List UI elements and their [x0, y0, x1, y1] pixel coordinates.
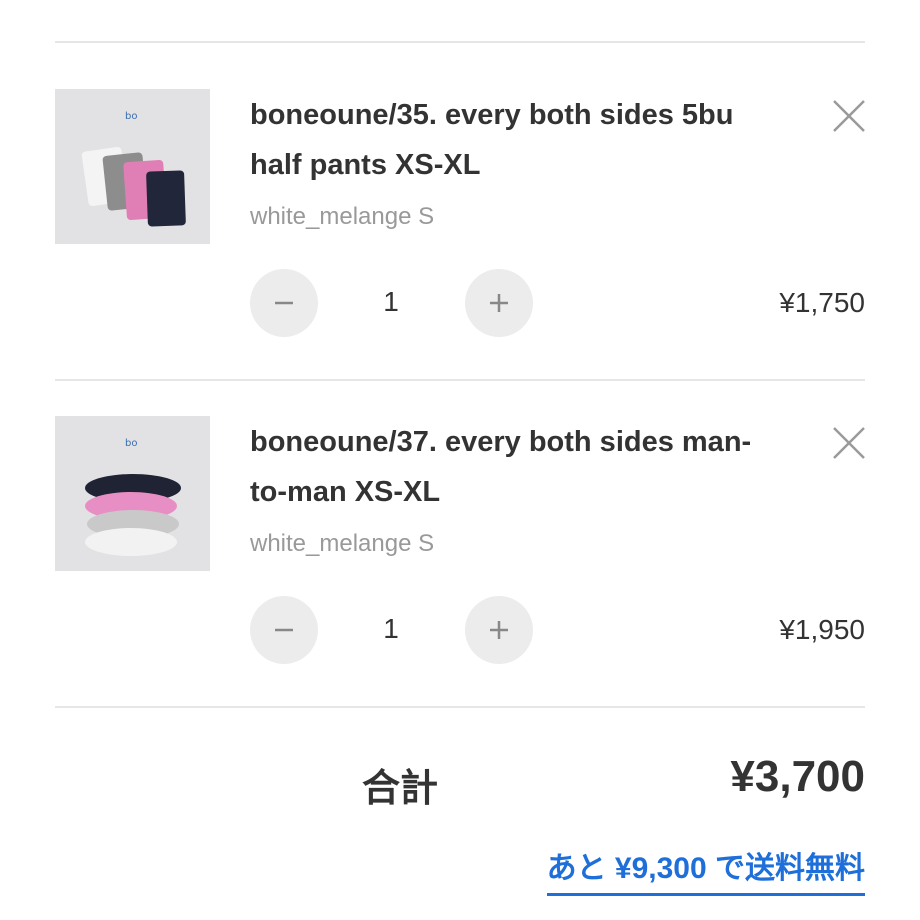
- cart-item: bo boneoune/35. every both sides 5bu hal…: [0, 60, 920, 380]
- product-title-line2: to-man XS-XL: [250, 476, 441, 508]
- increase-quantity-button[interactable]: [465, 596, 533, 664]
- free-shipping-link[interactable]: あと ¥9,300 で送料無料: [546, 843, 865, 896]
- product-variant: white_melange S: [250, 530, 435, 557]
- item-price: ¥1,950: [779, 614, 865, 645]
- increase-quantity-button[interactable]: [465, 269, 533, 337]
- total-label: 合計: [362, 768, 439, 810]
- cart-item: bo boneoune/37. every both sides man- to…: [0, 387, 920, 707]
- product-title-line2: half pants XS-XL: [250, 149, 481, 181]
- plus-icon: [490, 621, 508, 639]
- product-title[interactable]: boneoune/35. every both sides 5bu half p…: [250, 90, 790, 190]
- item-divider: [55, 379, 865, 381]
- product-variant: white_melange S: [250, 203, 435, 230]
- quantity-value: 1: [383, 286, 399, 317]
- svg-text:bo: bo: [125, 111, 137, 122]
- product-title-line1: boneoune/35. every both sides 5bu: [250, 99, 734, 131]
- decrease-quantity-button[interactable]: [250, 596, 318, 664]
- top-divider: [55, 41, 865, 43]
- total-value: ¥3,700: [730, 752, 865, 801]
- product-title[interactable]: boneoune/37. every both sides man- to-ma…: [250, 417, 790, 517]
- quantity-value: 1: [383, 613, 399, 644]
- remove-item-button[interactable]: [832, 426, 866, 460]
- close-icon: [833, 427, 865, 459]
- plus-icon: [490, 294, 508, 312]
- item-price: ¥1,750: [779, 287, 865, 318]
- close-icon: [833, 100, 865, 132]
- summary-divider: [55, 706, 865, 708]
- minus-icon: [275, 628, 293, 632]
- product-thumbnail[interactable]: bo: [55, 89, 210, 244]
- svg-text:bo: bo: [125, 438, 137, 449]
- product-thumbnail[interactable]: bo: [55, 416, 210, 571]
- product-title-line1: boneoune/37. every both sides man-: [250, 426, 752, 458]
- decrease-quantity-button[interactable]: [250, 269, 318, 337]
- minus-icon: [275, 301, 293, 305]
- remove-item-button[interactable]: [832, 99, 866, 133]
